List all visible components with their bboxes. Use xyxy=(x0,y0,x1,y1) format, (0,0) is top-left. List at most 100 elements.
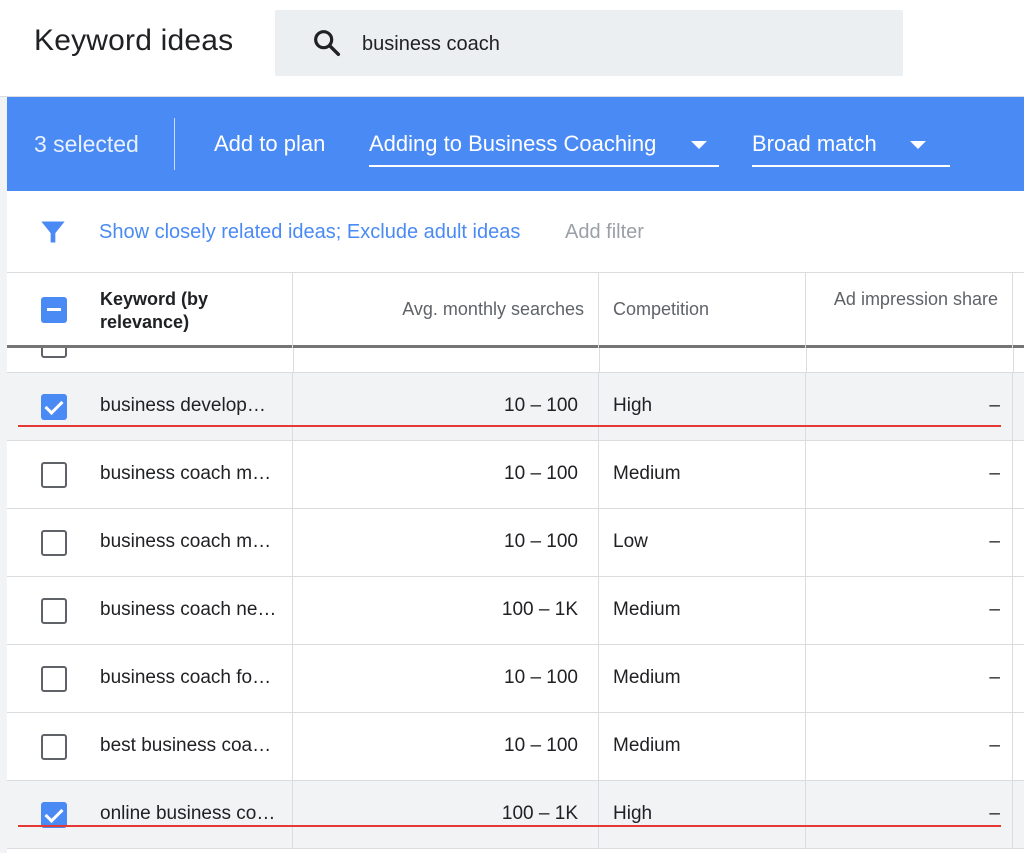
table-row[interactable]: best business coa… 10 – 100 Medium – xyxy=(7,713,1024,781)
keyword-text: business coach fo… xyxy=(100,667,272,688)
table-row[interactable]: business coach fo… 10 – 100 Medium – xyxy=(7,645,1024,713)
impression-share-value: – xyxy=(989,735,1000,756)
table-header: Keyword (by relevance) Avg. monthly sear… xyxy=(7,273,1024,348)
competition-cell: Low xyxy=(599,509,806,576)
competition-value: Medium xyxy=(613,667,681,688)
column-divider xyxy=(1013,348,1014,372)
avg-searches-value: 100 – 1K xyxy=(501,599,578,620)
column-header-label: Ad impression share xyxy=(833,289,998,309)
impression-share-value: – xyxy=(989,395,1000,416)
table-row[interactable]: online business co… 100 – 1K High – xyxy=(7,781,1024,849)
avg-searches-cell: 10 – 100 xyxy=(293,509,599,576)
avg-searches-value: 10 – 100 xyxy=(504,531,578,552)
keyword-table: Keyword (by relevance) Avg. monthly sear… xyxy=(7,273,1024,849)
row-checkbox[interactable] xyxy=(41,462,67,488)
impression-share-cell: – xyxy=(806,441,1013,508)
left-edge-strip xyxy=(0,0,7,853)
row-checkbox[interactable] xyxy=(41,530,67,556)
table-row[interactable]: business coach m… 10 – 100 Low – xyxy=(7,509,1024,577)
competition-cell: Medium xyxy=(599,713,806,780)
match-type-dropdown[interactable]: Broad match xyxy=(752,123,950,167)
avg-searches-cell: 10 – 100 xyxy=(293,713,599,780)
competition-value: Low xyxy=(613,531,648,552)
plan-dropdown-label: Adding to Business Coaching xyxy=(369,131,657,156)
avg-searches-cell: 10 – 100 xyxy=(293,373,599,440)
avg-searches-value: 10 – 100 xyxy=(504,735,578,756)
competition-cell: Medium xyxy=(599,577,806,644)
keyword-text: online business co… xyxy=(100,803,276,824)
keyword-text: business coach ne… xyxy=(100,599,277,620)
keyword-cell: business coach ne… xyxy=(92,577,293,644)
keyword-cell: business coach m… xyxy=(92,441,293,508)
keyword-text: business develop… xyxy=(100,395,266,416)
row-checkbox[interactable] xyxy=(41,348,67,358)
column-header-label: Keyword (by relevance) xyxy=(100,289,209,332)
match-type-label: Broad match xyxy=(752,131,877,156)
impression-share-value: – xyxy=(989,463,1000,484)
keyword-text: best business coa… xyxy=(100,735,272,756)
page-header: Keyword ideas business coach xyxy=(0,0,1024,97)
impression-share-value: – xyxy=(989,667,1000,688)
competition-cell: Medium xyxy=(599,441,806,508)
competition-cell: High xyxy=(599,781,806,848)
avg-searches-value: 10 – 100 xyxy=(504,463,578,484)
table-row[interactable]: business coach ne… 100 – 1K Medium – xyxy=(7,577,1024,645)
header-checkbox-cell xyxy=(7,273,92,348)
filter-row: Show closely related ideas; Exclude adul… xyxy=(7,191,1024,273)
row-checkbox[interactable] xyxy=(41,666,67,692)
avg-searches-value: 10 – 100 xyxy=(504,395,578,416)
row-checkbox[interactable] xyxy=(41,394,67,420)
competition-value: High xyxy=(613,803,653,824)
column-header-keyword[interactable]: Keyword (by relevance) xyxy=(92,273,293,348)
caret-down-icon xyxy=(691,141,707,149)
search-box[interactable]: business coach xyxy=(275,10,903,76)
table-row-partial xyxy=(7,348,1024,373)
column-header-avg-monthly-searches[interactable]: Avg. monthly searches xyxy=(293,273,599,348)
column-header-label: Avg. monthly searches xyxy=(402,299,584,319)
search-icon xyxy=(314,30,341,57)
row-checkbox[interactable] xyxy=(41,598,67,624)
column-header-competition[interactable]: Competition xyxy=(599,273,806,348)
page-title: Keyword ideas xyxy=(34,24,234,57)
competition-value: Medium xyxy=(613,599,681,620)
table-row[interactable]: business develop… 10 – 100 High – xyxy=(7,373,1024,441)
impression-share-cell: – xyxy=(806,577,1013,644)
column-divider xyxy=(599,348,600,372)
impression-share-cell: – xyxy=(806,713,1013,780)
avg-searches-cell: 100 – 1K xyxy=(293,781,599,848)
caret-down-icon xyxy=(910,141,926,149)
table-row[interactable]: business coach m… 10 – 100 Medium – xyxy=(7,441,1024,509)
competition-value: Medium xyxy=(613,735,681,756)
annotation-underline xyxy=(18,825,1001,827)
impression-share-value: – xyxy=(989,531,1000,552)
avg-searches-value: 10 – 100 xyxy=(504,667,578,688)
row-checkbox[interactable] xyxy=(41,734,67,760)
competition-cell: Medium xyxy=(599,645,806,712)
filter-icon[interactable] xyxy=(39,218,67,246)
column-header-ad-impression-share[interactable]: Ad impression share xyxy=(806,273,1013,348)
active-filters-link[interactable]: Show closely related ideas; Exclude adul… xyxy=(99,221,520,244)
impression-share-cell: – xyxy=(806,373,1013,440)
keyword-cell: business coach fo… xyxy=(92,645,293,712)
impression-share-value: – xyxy=(989,599,1000,620)
select-all-checkbox[interactable] xyxy=(41,297,67,323)
plan-dropdown[interactable]: Adding to Business Coaching xyxy=(369,123,719,167)
keyword-text: business coach m… xyxy=(100,531,272,552)
column-divider xyxy=(293,348,294,372)
competition-cell: High xyxy=(599,373,806,440)
column-header-label: Competition xyxy=(613,299,710,319)
keyword-cell: online business co… xyxy=(92,781,293,848)
avg-searches-cell: 10 – 100 xyxy=(293,441,599,508)
search-input[interactable]: business coach xyxy=(362,33,500,56)
annotation-underline xyxy=(18,425,1001,427)
keyword-cell: business develop… xyxy=(92,373,293,440)
impression-share-cell: – xyxy=(806,509,1013,576)
avg-searches-cell: 100 – 1K xyxy=(293,577,599,644)
keyword-cell: best business coa… xyxy=(92,713,293,780)
add-to-plan-button[interactable]: Add to plan xyxy=(214,131,325,157)
avg-searches-cell: 10 – 100 xyxy=(293,645,599,712)
column-divider xyxy=(806,348,807,372)
impression-share-cell: – xyxy=(806,781,1013,848)
add-filter-button[interactable]: Add filter xyxy=(565,221,644,244)
selected-count: 3 selected xyxy=(34,131,139,157)
